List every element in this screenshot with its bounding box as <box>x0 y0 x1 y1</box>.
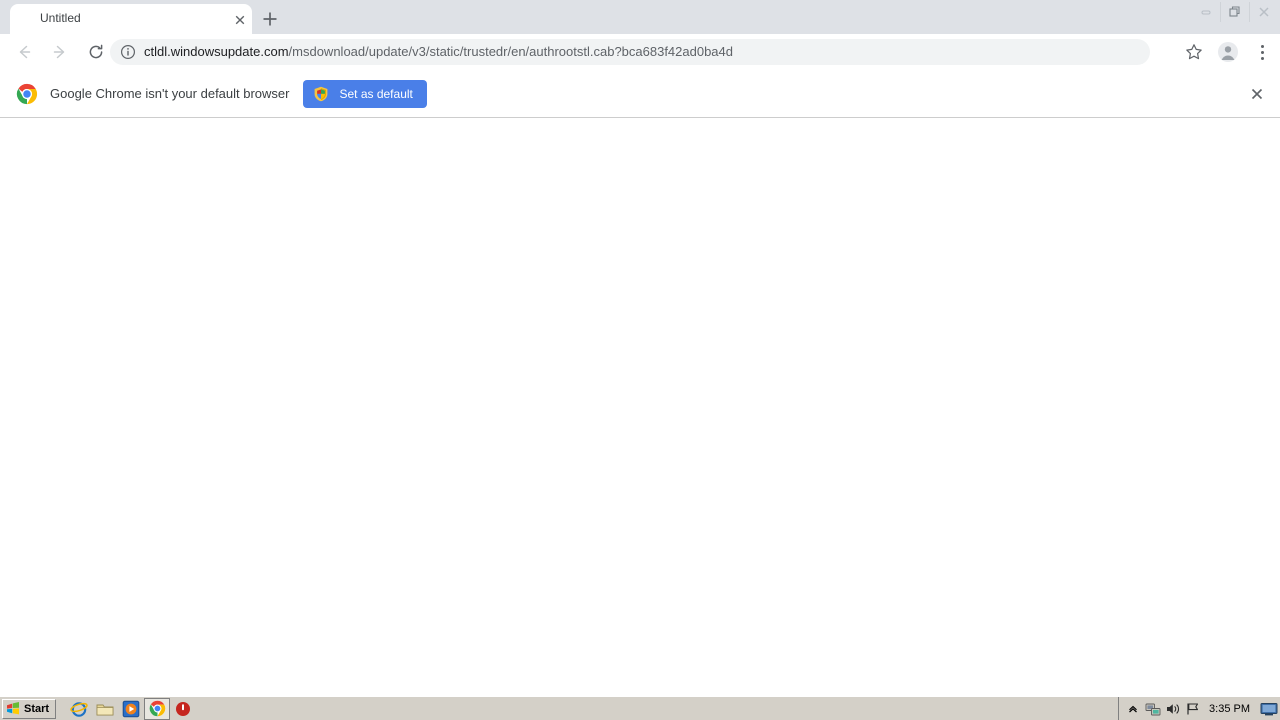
infobar-message: Google Chrome isn't your default browser <box>50 86 290 101</box>
url-path: /msdownload/update/v3/static/trustedr/en… <box>288 44 734 59</box>
address-bar[interactable]: ctldl.windowsupdate.com/msdownload/updat… <box>110 39 1150 65</box>
restore-button[interactable] <box>1220 2 1249 22</box>
address-bar-url: ctldl.windowsupdate.com/msdownload/updat… <box>144 44 733 60</box>
forward-button[interactable] <box>46 38 74 66</box>
taskbar-item-google-chrome[interactable] <box>144 697 171 720</box>
profile-avatar-icon[interactable] <box>1214 38 1242 66</box>
minimize-button[interactable] <box>1191 2 1220 22</box>
url-host: ctldl.windowsupdate.com <box>144 44 289 59</box>
tray-expand-icon[interactable] <box>1123 699 1143 719</box>
set-as-default-label: Set as default <box>339 86 413 101</box>
taskbar-item-internet-explorer[interactable] <box>66 698 92 720</box>
page-content: ANY RUN <box>0 119 1280 696</box>
quick-launch-bar <box>66 697 196 720</box>
taskbar-clock[interactable]: 3:35 PM <box>1209 703 1250 715</box>
windows-taskbar: Start 3:35 PM <box>0 696 1280 720</box>
chrome-menu-icon[interactable] <box>1248 38 1276 66</box>
close-button[interactable] <box>1249 2 1278 22</box>
taskbar-item-file-explorer[interactable] <box>92 698 118 720</box>
new-tab-button[interactable] <box>258 7 282 31</box>
windows-shield-icon <box>313 86 329 102</box>
back-button[interactable] <box>10 38 38 66</box>
chrome-logo-icon <box>16 83 38 105</box>
bookmark-star-icon[interactable] <box>1180 38 1208 66</box>
flag-icon[interactable] <box>1183 699 1203 719</box>
taskbar-item-media-player[interactable] <box>118 698 144 720</box>
start-button-label: Start <box>24 702 50 715</box>
window-controls <box>1191 1 1278 23</box>
tab-close-icon[interactable] <box>232 12 248 28</box>
network-icon[interactable] <box>1143 699 1163 719</box>
info-circle-icon[interactable] <box>120 44 136 60</box>
reload-button[interactable] <box>82 38 110 66</box>
infobar-close-icon[interactable] <box>1248 85 1266 103</box>
tab-title: Untitled <box>40 11 81 25</box>
show-desktop-icon[interactable] <box>1258 699 1280 719</box>
browser-tab[interactable]: Untitled <box>10 4 252 34</box>
browser-window: Untitled ctldl.windowsupdate.com/msdownl… <box>0 0 1280 720</box>
set-as-default-button[interactable]: Set as default <box>303 79 427 108</box>
system-tray: 3:35 PM <box>1118 697 1280 720</box>
default-browser-infobar: Google Chrome isn't your default browser… <box>0 70 1280 118</box>
tab-strip: Untitled <box>0 0 1280 34</box>
toolbar-actions <box>1174 38 1276 66</box>
start-button[interactable]: Start <box>2 698 57 719</box>
windows-flag-icon <box>6 702 20 715</box>
browser-toolbar: ctldl.windowsupdate.com/msdownload/updat… <box>0 34 1280 70</box>
taskbar-item-shutdown-tool[interactable] <box>170 698 196 720</box>
three-dots-icon <box>1260 44 1264 60</box>
volume-icon[interactable] <box>1163 699 1183 719</box>
